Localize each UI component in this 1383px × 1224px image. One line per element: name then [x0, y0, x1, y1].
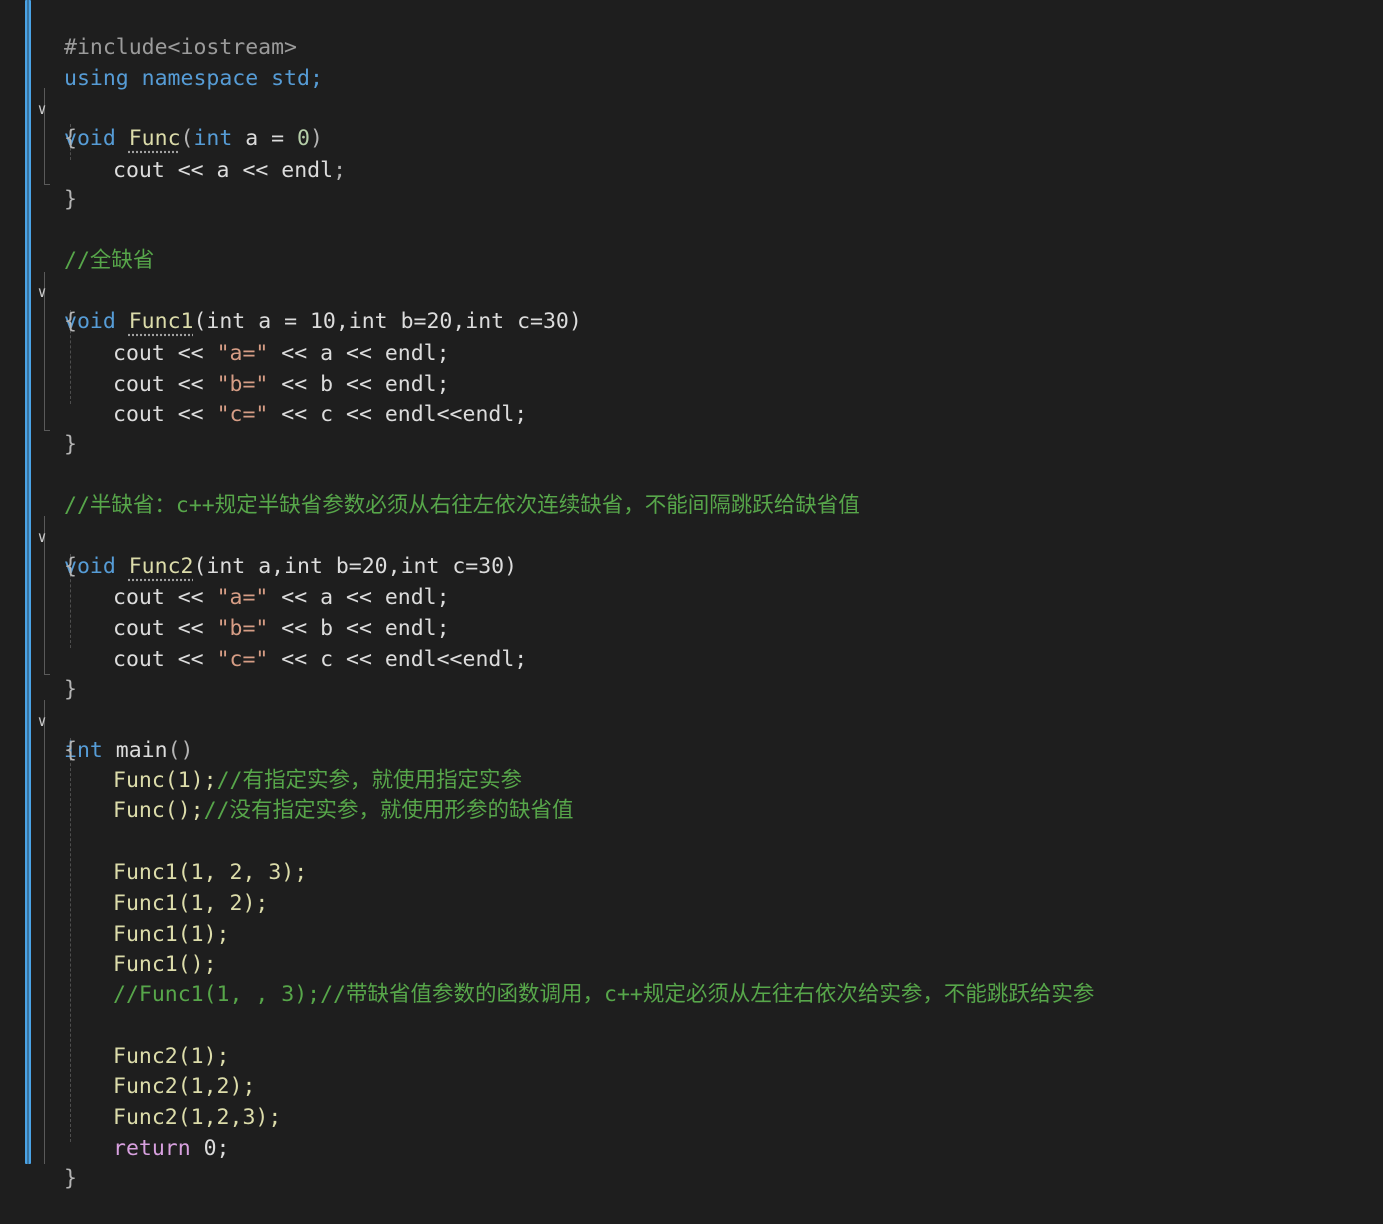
comment: //全缺省	[64, 248, 155, 273]
string: "b="	[216, 372, 269, 397]
paren: )	[310, 126, 323, 151]
keyword: return	[113, 1136, 191, 1161]
code-line[interactable]: cout << "b=" << b << endl;	[0, 584, 450, 641]
code-line[interactable]: cout << "c=" << c << endl<<endl;	[0, 615, 527, 672]
code-line[interactable]: cout << "a=" << a << endl;	[0, 553, 450, 610]
code-line[interactable]: //全缺省	[0, 216, 154, 273]
code-line[interactable]: Func1(1, 2, 3);	[0, 828, 307, 885]
code-line[interactable]: {	[0, 277, 77, 334]
code-line[interactable]: cout << "b=" << b << endl;	[0, 340, 450, 397]
function-name: Func2	[128, 554, 194, 579]
brace: {	[64, 126, 77, 151]
code-line[interactable]: {	[0, 522, 77, 579]
function-call: Func2(1);	[113, 1044, 230, 1069]
code-editor[interactable]: #include<iostream> using namespace std; …	[0, 0, 1383, 1191]
code-line[interactable]: cout << "c=" << c << endl<<endl;	[0, 370, 527, 427]
brace: }	[64, 187, 77, 212]
string: "a="	[216, 341, 269, 366]
brace: }	[64, 1166, 77, 1191]
code-line[interactable]: Func();//没有指定实参，就使用形参的缺省值	[0, 766, 574, 823]
code-line[interactable]: using namespace std;	[0, 34, 323, 91]
code-line[interactable]: ∨ void Func1(int a = 10,int b=20,int c=3…	[0, 247, 581, 334]
code-line[interactable]: Func1(1);	[0, 890, 230, 947]
code-line[interactable]: {	[0, 94, 77, 151]
identifier: endl	[281, 158, 334, 183]
function-call: Func2(1,2);	[113, 1074, 256, 1099]
comment: //Func1(1, , 3);//带缺省值参数的函数调用，c++规定必须从左往…	[113, 982, 1095, 1007]
code-line[interactable]: }	[0, 1134, 77, 1191]
function-name: Func	[128, 126, 181, 151]
comment: //没有指定实参，就使用形参的缺省值	[203, 798, 574, 823]
code-line[interactable]: ∨ int main()	[0, 676, 193, 763]
brace: {	[64, 309, 77, 334]
identifier: cout	[113, 158, 165, 183]
function-call: Func1();	[113, 952, 217, 977]
param: a =	[232, 126, 298, 151]
code-line[interactable]: ∨ void Func(int a = 0)	[0, 64, 322, 151]
code-line[interactable]: Func2(1);	[0, 1012, 230, 1069]
code-line[interactable]: Func2(1,2);	[0, 1042, 255, 1099]
function-name: Func1	[128, 309, 194, 334]
function-call: Func1(1, 2);	[113, 891, 269, 916]
paren: ()	[167, 738, 194, 763]
comment: //有指定实参，就使用指定实参	[216, 768, 522, 793]
code-line[interactable]: }	[0, 645, 77, 702]
comment: //半缺省：c++规定半缺省参数必须从右往左依次连续缺省，不能间隔跳跃给缺省值	[64, 493, 860, 518]
include-directive: #include<iostream>	[64, 35, 297, 60]
function-call: Func1(1, 2, 3);	[113, 860, 308, 885]
code-line[interactable]: cout << "a=" << a << endl;	[0, 309, 450, 366]
expression: << a <<	[164, 158, 282, 183]
code-line[interactable]: Func2(1,2,3);	[0, 1073, 281, 1130]
keyword: int	[193, 126, 233, 151]
string: "c="	[216, 402, 269, 427]
number: 0	[297, 126, 310, 151]
code-line[interactable]: Func(1);//有指定实参，就使用指定实参	[0, 736, 522, 793]
string: "b="	[216, 616, 269, 641]
return-value: 0;	[190, 1136, 230, 1161]
string: "a="	[216, 585, 269, 610]
function-call: Func();	[113, 798, 204, 823]
code-line[interactable]: //半缺省：c++规定半缺省参数必须从右往左依次连续缺省，不能间隔跳跃给缺省值	[0, 461, 860, 518]
code-line[interactable]: ∨ void Func2(int a,int b=20,int c=30)	[0, 492, 517, 579]
code-line[interactable]: return 0;	[0, 1104, 230, 1161]
using-statement: using namespace std;	[64, 66, 323, 91]
code-line[interactable]: Func1();	[0, 920, 217, 977]
string: "c="	[216, 647, 269, 672]
code-line[interactable]: {	[0, 706, 77, 763]
code-line[interactable]: cout << a << endl;	[0, 126, 346, 183]
function-name: main	[115, 738, 168, 763]
semicolon: ;	[333, 158, 347, 183]
brace: }	[64, 432, 77, 457]
function-call: Func2(1,2,3);	[113, 1105, 282, 1130]
paren: (	[180, 126, 194, 151]
code-line[interactable]: //Func1(1, , 3);//带缺省值参数的函数调用，c++规定必须从左往…	[0, 950, 1094, 1007]
brace: }	[64, 677, 77, 702]
code-line[interactable]: }	[0, 155, 77, 212]
code-line[interactable]: Func1(1, 2);	[0, 859, 268, 916]
brace: {	[64, 554, 77, 579]
param-list: (int a,int b=20,int c=30)	[193, 554, 518, 579]
param-list: (int a = 10,int b=20,int c=30)	[193, 309, 582, 334]
indent-guide	[70, 738, 71, 1142]
code-line[interactable]: }	[0, 400, 77, 457]
function-call: Func1(1);	[113, 922, 230, 947]
brace: {	[64, 738, 77, 763]
function-call: Func(1);	[113, 768, 217, 793]
code-line[interactable]: #include<iostream>	[0, 3, 297, 60]
